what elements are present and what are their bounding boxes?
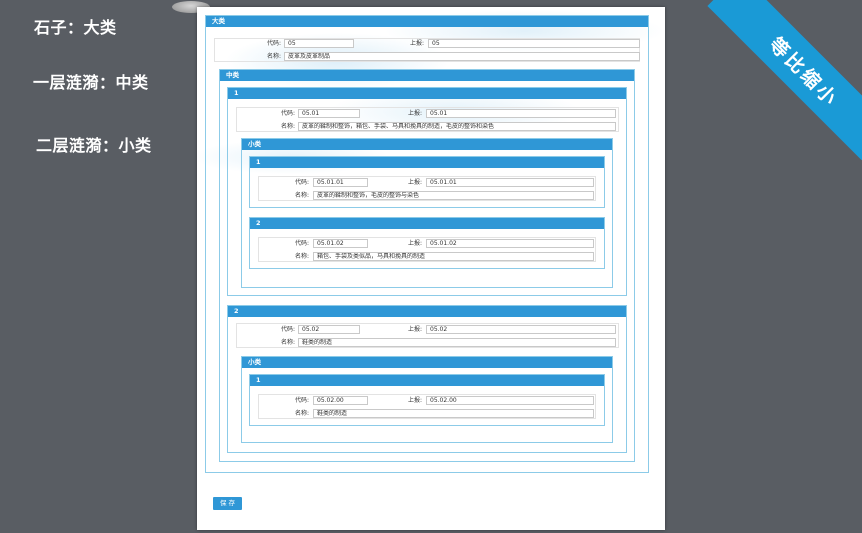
medium-1-code-field[interactable]: 05.01: [298, 109, 360, 118]
medium-2-name-label: 名称:: [281, 339, 296, 346]
small-1-report-field[interactable]: 05.01.01: [426, 178, 594, 187]
medium-1-report-label: 上报:: [408, 110, 423, 117]
small-item-3-header: 1: [250, 375, 604, 386]
medium-2-report-field[interactable]: 05.02: [426, 325, 616, 334]
small-2-name-field[interactable]: 箱包、手袋及类似品，马具和挽具的制造: [313, 252, 594, 261]
small-item-1-header: 1: [250, 157, 604, 168]
small-3-name-label: 名称:: [295, 410, 310, 417]
small-category-2-header: 小类: [242, 357, 612, 368]
big-report-label: 上报:: [410, 40, 425, 47]
small-3-report-field[interactable]: 05.02.00: [426, 396, 594, 405]
annotation-stone: 石子：大类: [34, 18, 117, 37]
small-item-1: 1 代码: 05.01.01 上报: 05.01.01 名称: 皮革的鞣制和整饰…: [249, 156, 605, 208]
small-1-name-label: 名称:: [295, 192, 310, 199]
medium-2-code-field[interactable]: 05.02: [298, 325, 360, 334]
medium-1-name-field[interactable]: 皮革的鞣制和整饰，箱包、手袋、马具和挽具的制造，毛皮的整饰和染色: [298, 122, 616, 131]
big-name-label: 名称:: [267, 53, 282, 60]
big-name-field[interactable]: 皮革及皮革制品: [284, 52, 640, 61]
annotation-ripple-2: 二层涟漪：小类: [36, 136, 152, 155]
scale-ribbon-label: 等比缩小: [707, 0, 862, 160]
small-2-code-field[interactable]: 05.01.02: [313, 239, 368, 248]
medium-1-name-label: 名称:: [281, 123, 296, 130]
medium-1-report-field[interactable]: 05.01: [426, 109, 616, 118]
big-code-field[interactable]: 05: [284, 39, 354, 48]
small-3-name-field[interactable]: 鞋类的制造: [313, 409, 594, 418]
small-item-2-header: 2: [250, 218, 604, 229]
small-item-2: 2 代码: 05.01.02 上报: 05.01.02 名称: 箱包、手袋及类似…: [249, 217, 605, 269]
document-page: 大类 代码: 05 上报: 05 名称: 皮革及皮革制品 中类 1 代码: 05…: [197, 7, 665, 530]
medium-item-2-header: 2: [228, 306, 626, 317]
small-1-code-field[interactable]: 05.01.01: [313, 178, 368, 187]
small-3-code-label: 代码:: [295, 397, 310, 404]
small-3-report-label: 上报:: [408, 397, 423, 404]
small-item-3: 1 代码: 05.02.00 上报: 05.02.00 名称: 鞋类的制造: [249, 374, 605, 426]
scale-ribbon: 等比缩小: [702, 0, 862, 160]
save-button[interactable]: 保 存: [213, 497, 242, 510]
small-1-report-label: 上报:: [408, 179, 423, 186]
big-code-label: 代码:: [267, 40, 282, 47]
small-category-1-header: 小类: [242, 139, 612, 150]
small-1-code-label: 代码:: [295, 179, 310, 186]
big-category-header: 大类: [206, 16, 648, 27]
annotation-ripple-1: 一层涟漪：中类: [33, 73, 149, 92]
medium-2-code-label: 代码:: [281, 326, 296, 333]
medium-category-header: 中类: [220, 70, 634, 81]
small-3-code-field[interactable]: 05.02.00: [313, 396, 368, 405]
medium-1-code-label: 代码:: [281, 110, 296, 117]
small-1-name-field[interactable]: 皮革的鞣制和整饰，毛皮的整饰与染色: [313, 191, 594, 200]
small-2-name-label: 名称:: [295, 253, 310, 260]
small-2-report-field[interactable]: 05.01.02: [426, 239, 594, 248]
small-2-code-label: 代码:: [295, 240, 310, 247]
medium-2-report-label: 上报:: [408, 326, 423, 333]
medium-item-1-header: 1: [228, 88, 626, 99]
medium-2-name-field[interactable]: 鞋类的制造: [298, 338, 616, 347]
small-2-report-label: 上报:: [408, 240, 423, 247]
big-report-field[interactable]: 05: [428, 39, 640, 48]
